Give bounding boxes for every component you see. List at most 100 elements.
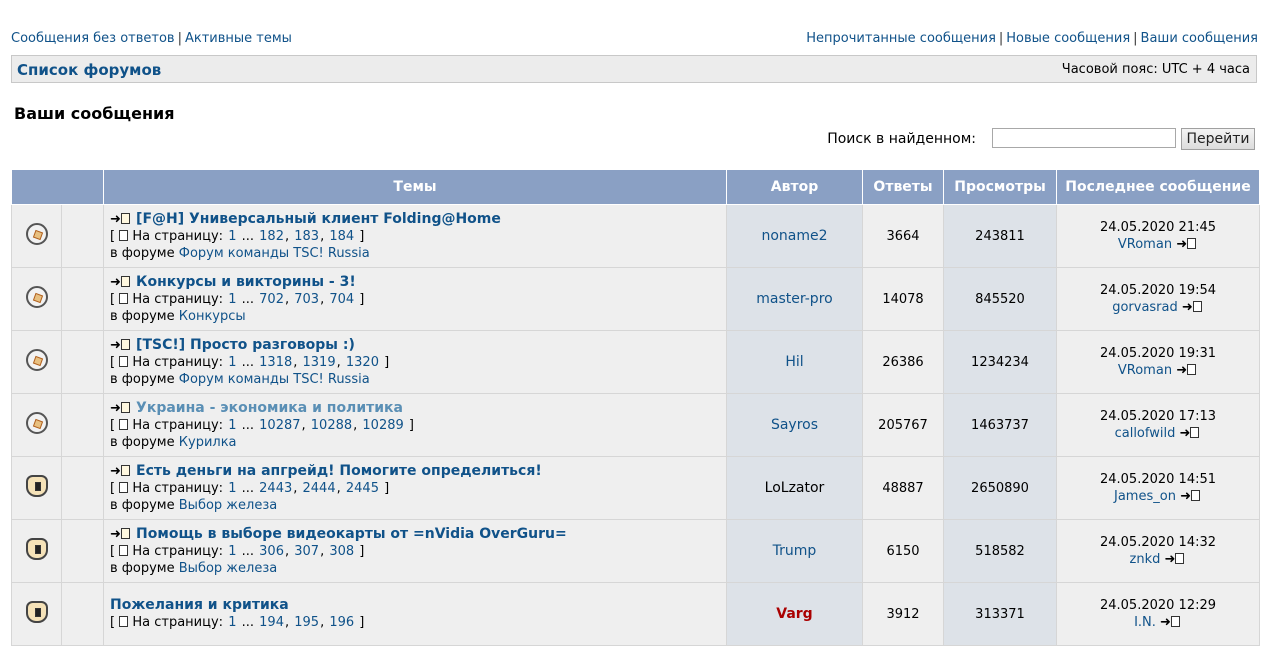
page-link[interactable]: 1320 [346, 355, 379, 370]
in-forum-label: в форуме [110, 245, 175, 261]
replies-count: 48887 [882, 480, 924, 496]
go-to-newest-post-icon[interactable]: ➜ [110, 526, 130, 543]
page-link[interactable]: 182 [259, 229, 284, 244]
header-views: Просмотры [943, 169, 1057, 205]
forum-list-link[interactable]: Список форумов [17, 61, 161, 79]
page-link[interactable]: 1 [228, 418, 236, 433]
page-link[interactable]: 1 [228, 481, 236, 496]
views-cell: 845520 [943, 267, 1057, 331]
page-link[interactable]: 194 [259, 615, 284, 630]
page-link[interactable]: 1318 [259, 355, 292, 370]
last-post-author-link[interactable]: gorvasrad [1112, 300, 1178, 315]
topic-title-link[interactable]: Помощь в выборе видеокарты от =nVidia Ov… [136, 526, 567, 542]
page-link[interactable]: 196 [329, 615, 354, 630]
page-link[interactable]: 195 [294, 615, 319, 630]
forum-link[interactable]: Конкурсы [179, 309, 246, 324]
page-link[interactable]: 1 [228, 292, 236, 307]
view-latest-post-icon[interactable]: ➜ [1160, 614, 1180, 631]
page-link[interactable]: 704 [329, 292, 354, 307]
last-post-author-link[interactable]: znkd [1130, 552, 1161, 567]
page-link[interactable]: 308 [329, 544, 354, 559]
author-link[interactable]: Hil [785, 354, 803, 370]
page-link[interactable]: 10289 [362, 418, 403, 433]
forum-link[interactable]: Форум команды TSC! Russia [179, 372, 370, 387]
topic-status-cell [11, 393, 62, 457]
topic-title-link[interactable]: [F@H] Универсальный клиент Folding@Home [136, 211, 501, 227]
replies-count: 26386 [882, 354, 924, 370]
forum-link[interactable]: Курилка [179, 435, 237, 450]
active-topics-link[interactable]: Активные темы [185, 31, 292, 46]
last-post-date: 24.05.2020 14:51 [1099, 472, 1217, 487]
author-link[interactable]: LoLzator [765, 480, 825, 496]
last-post-cell: 24.05.2020 14:32 znkd ➜ [1056, 519, 1260, 583]
page-link[interactable]: 10287 [259, 418, 300, 433]
view-latest-post-icon[interactable]: ➜ [1179, 425, 1200, 442]
last-post-author-link[interactable]: VRoman [1118, 363, 1172, 378]
page-link[interactable]: 2444 [303, 481, 336, 496]
forum-link[interactable]: Выбор железа [179, 498, 277, 513]
table-row: ➜ Конкурсы и викторины - 3! [ На страниц… [11, 267, 1260, 331]
topic-cell: ➜ [TSC!] Просто разговоры :) [ На страни… [103, 330, 727, 394]
unread-posts-link[interactable]: Непрочитанные сообщения [806, 31, 996, 46]
author-link[interactable]: Varg [776, 606, 812, 622]
author-link[interactable]: master-pro [756, 291, 832, 307]
topic-title-line: ➜ Помощь в выборе видеокарты от =nVidia … [110, 526, 726, 543]
author-cell: noname2 [726, 204, 863, 268]
author-link[interactable]: noname2 [761, 228, 827, 244]
page-link[interactable]: 1 [228, 355, 236, 370]
view-latest-post-icon[interactable]: ➜ [1180, 488, 1200, 505]
topic-pages: [ На страницу: 1 ... 702, 703, 704 ] [110, 291, 365, 307]
view-latest-post-icon[interactable]: ➜ [1176, 236, 1197, 253]
page-link[interactable]: 306 [259, 544, 284, 559]
pages-label: На страницу: [132, 543, 224, 559]
go-to-newest-post-icon[interactable]: ➜ [110, 400, 130, 417]
topic-title-link[interactable]: Пожелания и критика [110, 597, 289, 613]
page-link[interactable]: 183 [294, 229, 319, 244]
page-link[interactable]: 1 [228, 615, 236, 630]
author-link[interactable]: Trump [773, 543, 817, 559]
replies-cell: 3912 [862, 582, 944, 646]
go-to-newest-post-icon[interactable]: ➜ [110, 274, 130, 291]
view-latest-post-icon[interactable]: ➜ [1182, 299, 1202, 316]
last-post-author-link[interactable]: James_on [1114, 489, 1176, 504]
view-latest-post-icon[interactable]: ➜ [1176, 362, 1197, 379]
your-posts-link[interactable]: Ваши сообщения [1141, 31, 1258, 46]
last-post-author-link[interactable]: VRoman [1118, 237, 1172, 252]
unanswered-posts-link[interactable]: Сообщения без ответов [11, 31, 175, 46]
topic-title-link[interactable]: [TSC!] Просто разговоры :) [136, 337, 355, 353]
topic-title-link[interactable]: Есть деньги на апгрейд! Помогите определ… [136, 463, 542, 479]
views-cell: 1463737 [943, 393, 1057, 457]
page-link[interactable]: 702 [259, 292, 284, 307]
go-to-newest-post-icon[interactable]: ➜ [110, 211, 130, 228]
go-to-newest-post-icon[interactable]: ➜ [110, 337, 130, 354]
last-post-author-link[interactable]: I.N. [1134, 615, 1156, 630]
forum-link[interactable]: Форум команды TSC! Russia [179, 246, 370, 261]
page-link[interactable]: 307 [294, 544, 319, 559]
page-link[interactable]: 1 [228, 544, 236, 559]
breadcrumb-bar: Список форумов Часовой пояс: UTC + 4 час… [11, 55, 1257, 83]
page-link[interactable]: 1319 [303, 355, 336, 370]
last-post-date: 24.05.2020 17:13 [1099, 409, 1217, 424]
new-posts-link[interactable]: Новые сообщения [1006, 31, 1130, 46]
in-forum-label: в форуме [110, 308, 175, 324]
go-button[interactable]: Перейти [1181, 128, 1255, 150]
page-link[interactable]: 1 [228, 229, 236, 244]
topic-title-link[interactable]: Украина - экономика и политика [136, 400, 403, 416]
go-to-newest-post-icon[interactable]: ➜ [110, 463, 130, 480]
replies-count: 14078 [882, 291, 924, 307]
page-link[interactable]: 703 [294, 292, 319, 307]
table-row: ➜ [TSC!] Просто разговоры :) [ На страни… [11, 330, 1260, 394]
view-latest-post-icon[interactable]: ➜ [1165, 551, 1185, 568]
page-link[interactable]: 184 [329, 229, 354, 244]
last-post-date: 24.05.2020 21:45 [1099, 220, 1217, 235]
search-input[interactable] [992, 128, 1176, 148]
topic-title-link[interactable]: Конкурсы и викторины - 3! [136, 274, 356, 290]
page-link[interactable]: 10288 [311, 418, 352, 433]
author-link[interactable]: Sayros [771, 417, 818, 433]
last-post-author-link[interactable]: callofwild [1115, 426, 1176, 441]
topic-status-cell [11, 330, 62, 394]
forum-link[interactable]: Выбор железа [179, 561, 277, 576]
page-link[interactable]: 2445 [346, 481, 379, 496]
table-row: ➜ Украина - экономика и политика [ На ст… [11, 393, 1260, 457]
page-link[interactable]: 2443 [259, 481, 292, 496]
